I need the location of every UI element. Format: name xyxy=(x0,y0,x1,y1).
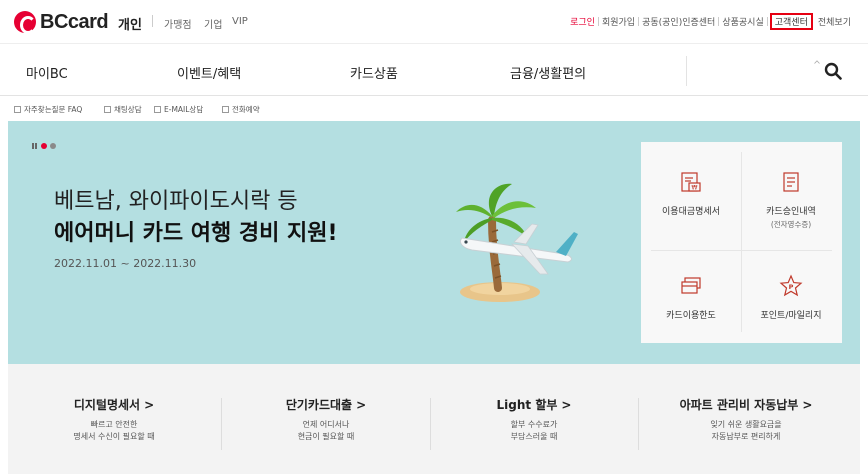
carousel-dot-active[interactable] xyxy=(41,143,47,149)
certificate-center-link[interactable]: 공동(공인)인증센터 xyxy=(639,15,718,28)
main-nav xyxy=(0,44,868,96)
service-title: Light 할부 > xyxy=(434,396,634,413)
panel-divider xyxy=(651,250,832,251)
chat-icon xyxy=(104,106,111,113)
chevron-right-icon: > xyxy=(561,398,572,412)
chevron-right-icon: > xyxy=(802,398,813,412)
quick-card-limit[interactable]: 카드이용한도 xyxy=(641,274,741,321)
divider xyxy=(638,398,639,450)
quick-faq-label: 자주찾는질문 FAQ xyxy=(24,105,83,114)
chevron-right-icon: > xyxy=(144,398,155,412)
divider xyxy=(221,398,222,450)
service-short-term-loan[interactable]: 단기카드대출 > 언제 어디서나현금이 필요할 때 xyxy=(226,396,426,443)
palm-tree-airplane-illustration xyxy=(456,183,578,302)
service-light-installment[interactable]: Light 할부 > 할부 수수료가부담스러울 때 xyxy=(434,396,634,443)
signup-link[interactable]: 회원가입 xyxy=(599,15,638,28)
quick-card-limit-label: 카드이용한도 xyxy=(666,311,716,321)
quick-approval-label: 카드승인내역 xyxy=(766,207,816,217)
svg-text:P: P xyxy=(789,283,794,291)
customer-center-link[interactable]: 고객센터 xyxy=(769,13,813,30)
quick-email-label: E-MAIL상담 xyxy=(164,105,204,114)
quick-points-mileage[interactable]: P 포인트/마일리지 xyxy=(741,274,841,321)
search-icon[interactable] xyxy=(824,62,842,80)
service-desc-line2: 명세서 수신이 필요할 때 xyxy=(73,432,155,441)
service-desc-line1: 잊기 쉬운 생활요금을 xyxy=(710,420,782,429)
carousel-indicator xyxy=(32,143,59,149)
nav-finance-life[interactable]: 금융/생활편의 xyxy=(510,63,586,82)
hero-headline-line1: 베트남, 와이파이도시락 등 xyxy=(54,189,298,214)
hero-headline-line2: 에어머니 카드 여행 경비 지원! xyxy=(54,221,338,246)
service-title: 아파트 관리비 자동납부 > xyxy=(640,396,852,413)
bc-logo[interactable]: BCcard xyxy=(14,11,109,34)
divider xyxy=(152,15,153,27)
login-link[interactable]: 로그인 xyxy=(567,15,598,28)
service-desc-line1: 빠르고 안전한 xyxy=(90,420,138,429)
service-description: 언제 어디서나현금이 필요할 때 xyxy=(226,419,426,443)
quick-points-label: 포인트/마일리지 xyxy=(760,311,822,321)
quick-chat[interactable]: 채팅상담 xyxy=(104,104,142,115)
service-title-text: 아파트 관리비 자동납부 xyxy=(679,398,799,412)
service-apartment-autopay[interactable]: 아파트 관리비 자동납부 > 잊기 쉬운 생활요금을자동납부로 편리하게 xyxy=(640,396,852,443)
quick-phone-label: 전화예약 xyxy=(232,105,260,114)
card-icon xyxy=(681,277,701,294)
service-title: 단기카드대출 > xyxy=(226,396,426,413)
quick-billing-statement[interactable]: ₩ 이용대금명세서 xyxy=(641,170,741,217)
quick-chat-label: 채팅상담 xyxy=(114,105,142,114)
service-desc-line1: 할부 수수료가 xyxy=(510,420,558,429)
svg-text:₩: ₩ xyxy=(692,185,698,192)
nav-merchant[interactable]: 가맹점 xyxy=(164,16,192,31)
nav-business[interactable]: 기업 xyxy=(204,16,222,31)
service-title-text: 단기카드대출 xyxy=(285,398,353,412)
carousel-dot[interactable] xyxy=(50,143,56,149)
nav-card-products[interactable]: 카드상품 xyxy=(350,63,398,82)
service-title: 디지털명세서 > xyxy=(14,396,214,413)
sitemap-link[interactable]: 전체보기 xyxy=(815,15,854,28)
phone-icon xyxy=(222,106,229,113)
bc-logo-icon xyxy=(14,11,36,34)
service-desc-line1: 언제 어디서나 xyxy=(302,420,350,429)
nav-events[interactable]: 이벤트/혜택 xyxy=(177,63,241,82)
quick-email[interactable]: E-MAIL상담 xyxy=(154,104,203,115)
service-desc-line2: 현금이 필요할 때 xyxy=(297,432,355,441)
point-star-icon: P xyxy=(779,274,803,297)
quick-approval-history[interactable]: 카드승인내역 (전자영수증) xyxy=(741,170,841,230)
chevron-right-icon: > xyxy=(356,398,367,412)
logo-text: BCcard xyxy=(40,11,109,33)
email-icon xyxy=(154,106,161,113)
service-description: 잊기 쉬운 생활요금을자동납부로 편리하게 xyxy=(640,419,852,443)
faq-icon xyxy=(14,106,21,113)
service-description: 할부 수수료가부담스러울 때 xyxy=(434,419,634,443)
service-title-text: 디지털명세서 xyxy=(73,398,141,412)
service-desc-line2: 자동납부로 편리하게 xyxy=(711,432,781,441)
quick-approval-sublabel: (전자영수증) xyxy=(770,220,812,229)
quick-faq[interactable]: 자주찾는질문 FAQ xyxy=(14,104,82,115)
nav-divider xyxy=(686,56,687,86)
nav-my-bc[interactable]: 마이BC xyxy=(26,63,68,82)
quick-phone[interactable]: 전화예약 xyxy=(222,104,260,115)
service-digital-statement[interactable]: 디지털명세서 > 빠르고 안전한명세서 수신이 필요할 때 xyxy=(14,396,214,443)
nav-personal[interactable]: 개인 xyxy=(118,14,142,33)
receipt-icon xyxy=(783,172,799,192)
divider xyxy=(430,398,431,450)
service-description: 빠르고 안전한명세서 수신이 필요할 때 xyxy=(14,419,214,443)
nav-vip[interactable]: VIP xyxy=(232,16,248,27)
hero-period: 2022.11.01 ~ 2022.11.30 xyxy=(54,257,197,270)
divider xyxy=(766,17,768,26)
service-desc-line2: 부담스러울 때 xyxy=(510,432,558,441)
chevron-down-icon xyxy=(814,60,820,64)
utility-menu: 로그인 회원가입 공동(공인)인증센터 상품공시실 고객센터 전체보기 xyxy=(567,13,854,30)
service-title-text: Light 할부 xyxy=(496,398,558,412)
pause-icon[interactable] xyxy=(32,143,37,149)
bill-icon: ₩ xyxy=(681,172,701,192)
product-notice-link[interactable]: 상품공시실 xyxy=(719,15,766,28)
quick-billing-label: 이용대금명세서 xyxy=(662,207,720,217)
